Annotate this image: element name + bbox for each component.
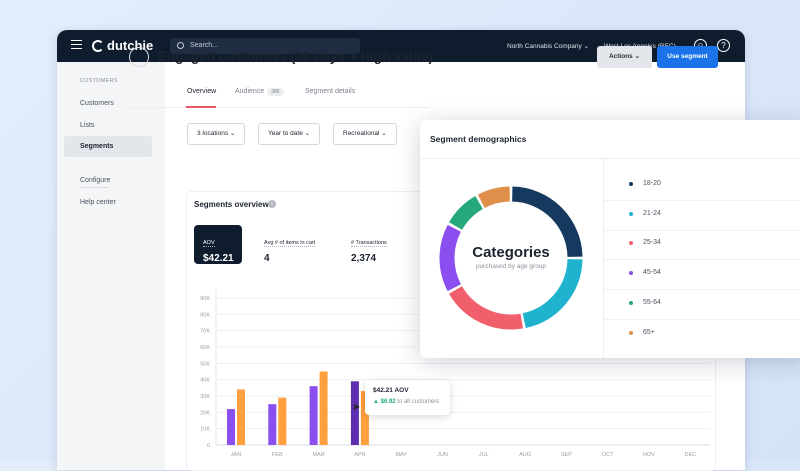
y-tick-label: 60K	[200, 345, 210, 351]
divider	[603, 158, 604, 358]
x-tick-label: JAN	[231, 452, 241, 458]
x-tick-label: APR	[354, 452, 365, 458]
donut-center-title: Categories	[472, 244, 550, 261]
donut-slice-25-34[interactable]	[449, 285, 523, 330]
bar-all-customers-feb[interactable]	[278, 397, 287, 445]
bar-segment-mar[interactable]	[309, 386, 318, 445]
tooltip-suffix: to all customers	[397, 399, 440, 405]
x-tick-label: MAR	[312, 452, 324, 458]
y-tick-label: 40K	[200, 378, 210, 384]
y-tick-label: 70K	[200, 329, 210, 335]
legend-item-18-20: 18-20	[629, 180, 661, 187]
y-tick-label: 10K	[200, 427, 210, 433]
legend-dot-icon	[629, 182, 633, 186]
legend-label: 25-34	[643, 239, 661, 247]
x-tick-label: NOV	[643, 452, 655, 458]
donut-slice-55-64[interactable]	[449, 196, 484, 231]
x-tick-label: MAY	[395, 452, 407, 458]
y-tick-label: 80K	[200, 312, 210, 318]
legend-item-25-34: 25-34	[629, 239, 661, 247]
donut-slice-65+[interactable]	[477, 186, 511, 209]
legend-divider	[603, 229, 800, 231]
y-tick-label: 0	[207, 443, 210, 449]
donut-center-subtitle: purchased by age group	[475, 263, 547, 270]
legend-label: 55-64	[643, 298, 661, 306]
bar-all-customers-jan[interactable]	[237, 389, 245, 445]
tooltip-delta: ▲ $6.92	[373, 399, 396, 405]
legend-item-21-24: 21-24	[629, 209, 661, 217]
legend-divider	[603, 318, 800, 320]
x-tick-label: DEC	[684, 452, 696, 458]
x-tick-label: JUN	[437, 452, 448, 458]
chart-tooltip: $42.21 AOV ▲ $6.92 to all customers	[365, 380, 450, 415]
x-tick-label: FEB	[272, 452, 283, 458]
demographics-title: Segment demographics	[430, 134, 527, 144]
y-tick-label: 30K	[200, 394, 210, 400]
legend-divider	[603, 259, 800, 261]
legend-dot-icon	[629, 211, 633, 216]
bar-segment-feb[interactable]	[268, 404, 277, 445]
cursor-icon: ➤	[352, 402, 360, 413]
x-tick-label: OCT	[602, 452, 614, 458]
bar-segment-jan[interactable]	[227, 409, 235, 445]
x-tick-label: SEP	[561, 452, 572, 458]
bar-all-customers-mar[interactable]	[319, 371, 328, 446]
legend-dot-icon	[629, 271, 633, 276]
legend-divider	[603, 289, 800, 291]
legend-label: 21-24	[643, 209, 661, 217]
legend-item-45-54: 45-54	[629, 269, 661, 277]
legend-dot-icon	[629, 330, 633, 335]
bar-segment-apr[interactable]	[350, 381, 359, 445]
y-tick-label: 90K	[200, 296, 210, 302]
y-tick-label: 50K	[200, 361, 210, 367]
legend-label: 18-20	[643, 180, 661, 187]
y-tick-label: 20K	[200, 410, 210, 416]
legend-dot-icon	[629, 300, 633, 305]
tooltip-title: $42.21 AOV	[373, 387, 409, 394]
legend-item-55-64: 55-64	[629, 298, 661, 306]
legend-label: 45-54	[643, 269, 661, 277]
x-tick-label: AUG	[519, 452, 531, 458]
tooltip-delta-value: $6.92	[380, 399, 396, 405]
legend-dot-icon	[629, 241, 633, 246]
x-tick-label: JUL	[479, 452, 489, 458]
legend-item-65+: 65+	[629, 328, 655, 336]
segment-demographics-card: Segment demographics Categories purchase…	[420, 120, 800, 358]
legend-divider	[603, 200, 800, 201]
legend-label: 65+	[643, 328, 655, 336]
